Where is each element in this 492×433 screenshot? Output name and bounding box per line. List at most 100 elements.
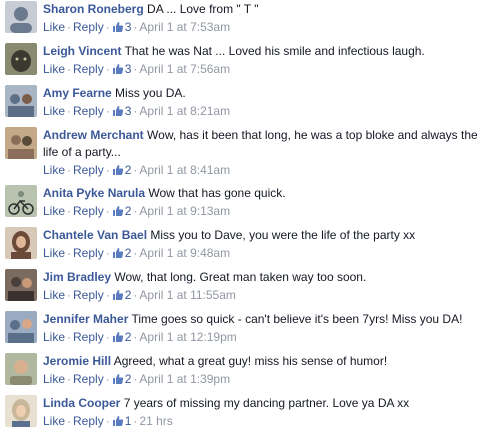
avatar[interactable]: [5, 185, 37, 217]
thumbs-up-icon: [112, 165, 123, 175]
like-count[interactable]: 3: [112, 62, 131, 76]
reply-button[interactable]: Reply: [73, 288, 104, 302]
thumbs-up-icon: [112, 22, 123, 32]
comment-actions: Like · Reply · 2 · April 1 at 9:48am: [43, 244, 483, 262]
avatar[interactable]: [5, 395, 37, 427]
like-button[interactable]: Like: [43, 62, 65, 76]
separator: ·: [67, 414, 72, 428]
separator: ·: [105, 288, 110, 302]
timestamp[interactable]: April 1 at 12:19pm: [139, 330, 236, 344]
comment-actions: Like · Reply · 2 · April 1 at 1:39pm: [43, 370, 483, 388]
timestamp[interactable]: April 1 at 7:56am: [139, 62, 230, 76]
timestamp[interactable]: April 1 at 8:21am: [139, 104, 230, 118]
like-button[interactable]: Like: [43, 104, 65, 118]
like-button[interactable]: Like: [43, 246, 65, 260]
timestamp[interactable]: April 1 at 9:48am: [139, 246, 230, 260]
comment-text: Time goes so quick - can't believe it's …: [131, 312, 463, 326]
avatar[interactable]: [5, 227, 37, 259]
like-count[interactable]: 2: [112, 246, 131, 260]
comment-author-link[interactable]: Sharon Roneberg: [43, 2, 144, 16]
like-button[interactable]: Like: [43, 163, 65, 177]
like-count[interactable]: 2: [112, 204, 131, 218]
like-button[interactable]: Like: [43, 204, 65, 218]
like-count[interactable]: 2: [112, 163, 131, 177]
separator: ·: [67, 163, 72, 177]
separator: ·: [105, 62, 110, 76]
comment-actions: Like · Reply · 3 · April 1 at 8:21am: [43, 102, 483, 120]
comment-text: Miss you to Dave, you were the life of t…: [150, 228, 416, 242]
separator: ·: [67, 62, 72, 76]
comment-actions: Like · Reply · 2 · April 1 at 9:13am: [43, 202, 483, 220]
avatar[interactable]: [5, 1, 37, 33]
like-button[interactable]: Like: [43, 20, 65, 34]
reply-button[interactable]: Reply: [73, 20, 104, 34]
comment-text: Miss you DA.: [115, 86, 186, 100]
avatar[interactable]: [5, 353, 37, 385]
reply-button[interactable]: Reply: [73, 163, 104, 177]
avatar[interactable]: [5, 85, 37, 117]
reply-button[interactable]: Reply: [73, 246, 104, 260]
separator: ·: [105, 204, 110, 218]
separator: ·: [105, 20, 110, 34]
comment-actions: Like · Reply · 2 · April 1 at 11:55am: [43, 286, 483, 304]
timestamp[interactable]: April 1 at 9:13am: [139, 204, 230, 218]
comment-text: Wow, that long. Great man taken way too …: [114, 270, 367, 284]
comment-text: Agreed, what a great guy! miss his sense…: [113, 354, 388, 368]
avatar[interactable]: [5, 43, 37, 75]
like-button[interactable]: Like: [43, 288, 65, 302]
like-button[interactable]: Like: [43, 330, 65, 344]
reply-button[interactable]: Reply: [73, 414, 104, 428]
avatar[interactable]: [5, 269, 37, 301]
timestamp[interactable]: 21 hrs: [139, 414, 172, 428]
like-count[interactable]: 2: [112, 330, 131, 344]
comment-author-link[interactable]: Amy Fearne: [43, 86, 112, 100]
timestamp[interactable]: April 1 at 1:39pm: [139, 372, 230, 386]
comment-actions: Like · Reply · 3 · April 1 at 7:53am: [43, 18, 483, 36]
comment-actions: Like · Reply · 2 · April 1 at 12:19pm: [43, 328, 483, 346]
reply-button[interactable]: Reply: [73, 330, 104, 344]
reply-button[interactable]: Reply: [73, 104, 104, 118]
like-count[interactable]: 2: [112, 288, 131, 302]
separator: ·: [67, 204, 72, 218]
comment-actions: Like · Reply · 3 · April 1 at 7:56am: [43, 60, 483, 78]
like-button[interactable]: Like: [43, 372, 65, 386]
comment-text: Wow that has gone quick.: [148, 186, 286, 200]
comment-author-link[interactable]: Jeromie Hill: [43, 354, 111, 368]
reply-button[interactable]: Reply: [73, 372, 104, 386]
thumbs-up-icon: [112, 206, 123, 216]
like-button[interactable]: Like: [43, 414, 65, 428]
like-count[interactable]: 3: [112, 20, 131, 34]
comment-author-link[interactable]: Andrew Merchant: [43, 128, 144, 142]
reply-button[interactable]: Reply: [73, 62, 104, 76]
comment-author-link[interactable]: Leigh Vincent: [43, 44, 121, 58]
separator: ·: [67, 104, 72, 118]
comment-text: DA ... Love from " T ": [147, 2, 259, 16]
separator: ·: [105, 104, 110, 118]
thumbs-up-icon: [112, 374, 123, 384]
comment-actions: Like · Reply · 1 · 21 hrs: [43, 412, 483, 430]
comment-author-link[interactable]: Jim Bradley: [43, 270, 111, 284]
timestamp[interactable]: April 1 at 7:53am: [139, 20, 230, 34]
comment-text: 7 years of missing my dancing partner. L…: [123, 396, 410, 410]
timestamp[interactable]: April 1 at 11:55am: [139, 288, 236, 302]
comment-author-link[interactable]: Anita Pyke Narula: [43, 186, 145, 200]
thumbs-up-icon: [112, 416, 123, 426]
comment-author-link[interactable]: Jennifer Maher: [43, 312, 128, 326]
thumbs-up-icon: [112, 290, 123, 300]
avatar[interactable]: [5, 311, 37, 343]
timestamp[interactable]: April 1 at 8:41am: [139, 163, 230, 177]
comment-author-link[interactable]: Linda Cooper: [43, 396, 120, 410]
like-count[interactable]: 3: [112, 104, 131, 118]
comment-author-link[interactable]: Chantele Van Bael: [43, 228, 147, 242]
like-count[interactable]: 1: [112, 414, 131, 428]
separator: ·: [105, 414, 110, 428]
separator: ·: [67, 246, 72, 260]
reply-button[interactable]: Reply: [73, 204, 104, 218]
separator: ·: [105, 372, 110, 386]
thumbs-up-icon: [112, 106, 123, 116]
like-count[interactable]: 2: [112, 372, 131, 386]
avatar[interactable]: [5, 127, 37, 159]
separator: ·: [105, 330, 110, 344]
comment-actions: Like · Reply · 2 · April 1 at 8:41am: [43, 161, 483, 179]
thumbs-up-icon: [112, 332, 123, 342]
